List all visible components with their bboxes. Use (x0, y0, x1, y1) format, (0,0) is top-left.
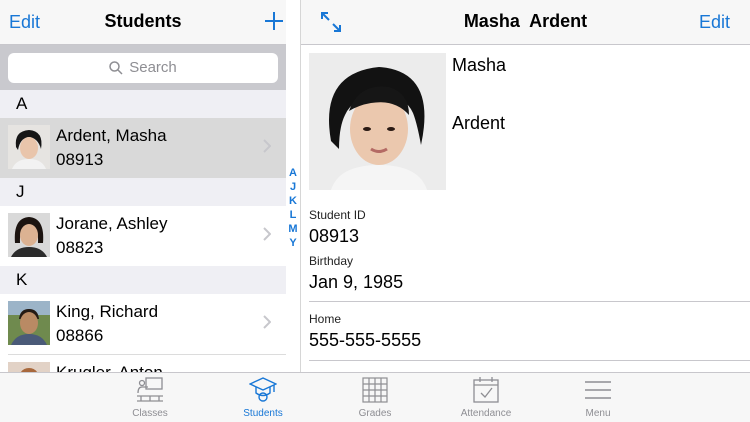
tab-label: Classes (132, 408, 168, 419)
tab-label: Grades (358, 408, 392, 419)
section-separator (309, 301, 750, 302)
avatar (8, 301, 50, 345)
section-header-k: K (0, 266, 286, 294)
birthday-label: Birthday (309, 254, 354, 268)
detail-nav-bar: Masha Ardent Edit (301, 0, 750, 45)
tab-label: Students (243, 408, 283, 419)
student-id: 08866 (56, 326, 104, 345)
students-list-pane: Edit Students Search A Ardent, Masha 089… (0, 0, 286, 372)
student-id: 08823 (56, 238, 104, 257)
section-index[interactable]: A J K L M Y (286, 166, 300, 250)
section-separator (309, 360, 750, 361)
index-letter-y[interactable]: Y (286, 236, 300, 250)
avatar (8, 125, 50, 169)
chevron-right-icon (263, 227, 271, 241)
search-bar: Search (0, 45, 286, 90)
student-row-ardent[interactable]: Ardent, Masha 08913 (0, 118, 286, 178)
graduation-cap-icon (249, 377, 277, 402)
edit-student-button[interactable]: Edit (699, 12, 730, 33)
avatar (8, 213, 50, 257)
section-header-a: A (0, 90, 286, 118)
student-name: King, Richard (56, 302, 159, 321)
student-name: Ardent, Masha (56, 126, 167, 145)
last-name: Ardent (452, 113, 506, 133)
index-letter-j[interactable]: J (286, 180, 300, 194)
tab-grades[interactable]: Grades (330, 377, 420, 421)
student-photo (309, 53, 446, 190)
tab-label: Attendance (460, 408, 512, 419)
index-letter-a[interactable]: A (286, 166, 300, 180)
student-name: Jorane, Ashley (56, 214, 168, 233)
tab-bar: Classes Students Grades Attendance Menu (0, 372, 750, 422)
tab-students[interactable]: Students (218, 377, 308, 421)
hamburger-menu-icon (585, 381, 611, 399)
detail-title: Masha Ardent (463, 11, 588, 31)
index-letter-m[interactable]: M (286, 222, 300, 236)
student-row-krugler[interactable]: Krugler, Anton (0, 355, 286, 372)
birthday-value: Jan 9, 1985 (309, 272, 404, 292)
home-label: Home (309, 312, 342, 326)
search-placeholder: Search (129, 59, 177, 76)
grid-icon (362, 377, 388, 403)
student-row-king[interactable]: King, Richard 08866 (0, 294, 286, 354)
calendar-check-icon (473, 377, 499, 403)
index-letter-l[interactable]: L (286, 208, 300, 222)
students-nav-bar: Edit Students (0, 0, 286, 45)
avatar (8, 362, 50, 372)
home-phone[interactable]: 555-555-5555 (309, 330, 421, 351)
tab-menu[interactable]: Menu (553, 377, 643, 421)
classroom-icon (137, 377, 163, 402)
section-header-j: J (0, 178, 286, 206)
student-name: Krugler, Anton (56, 363, 163, 372)
search-input[interactable]: Search (8, 53, 278, 83)
index-letter-k[interactable]: K (286, 194, 300, 208)
student-id-value: 08913 (309, 226, 360, 246)
student-detail-pane: Masha Ardent Edit Masha Ardent Student I… (301, 0, 750, 372)
student-row-jorane[interactable]: Jorane, Ashley 08823 (0, 206, 286, 266)
tab-label: Menu (585, 408, 611, 419)
chevron-right-icon (263, 139, 271, 153)
tab-classes[interactable]: Classes (105, 377, 195, 421)
first-name: Masha (452, 55, 507, 75)
tab-attendance[interactable]: Attendance (441, 377, 531, 421)
search-icon (109, 61, 123, 75)
students-title: Students (104, 11, 182, 31)
student-id: 08913 (56, 150, 104, 169)
chevron-right-icon (263, 315, 271, 329)
add-student-icon[interactable] (262, 5, 286, 37)
student-id-label: Student ID (309, 208, 366, 222)
